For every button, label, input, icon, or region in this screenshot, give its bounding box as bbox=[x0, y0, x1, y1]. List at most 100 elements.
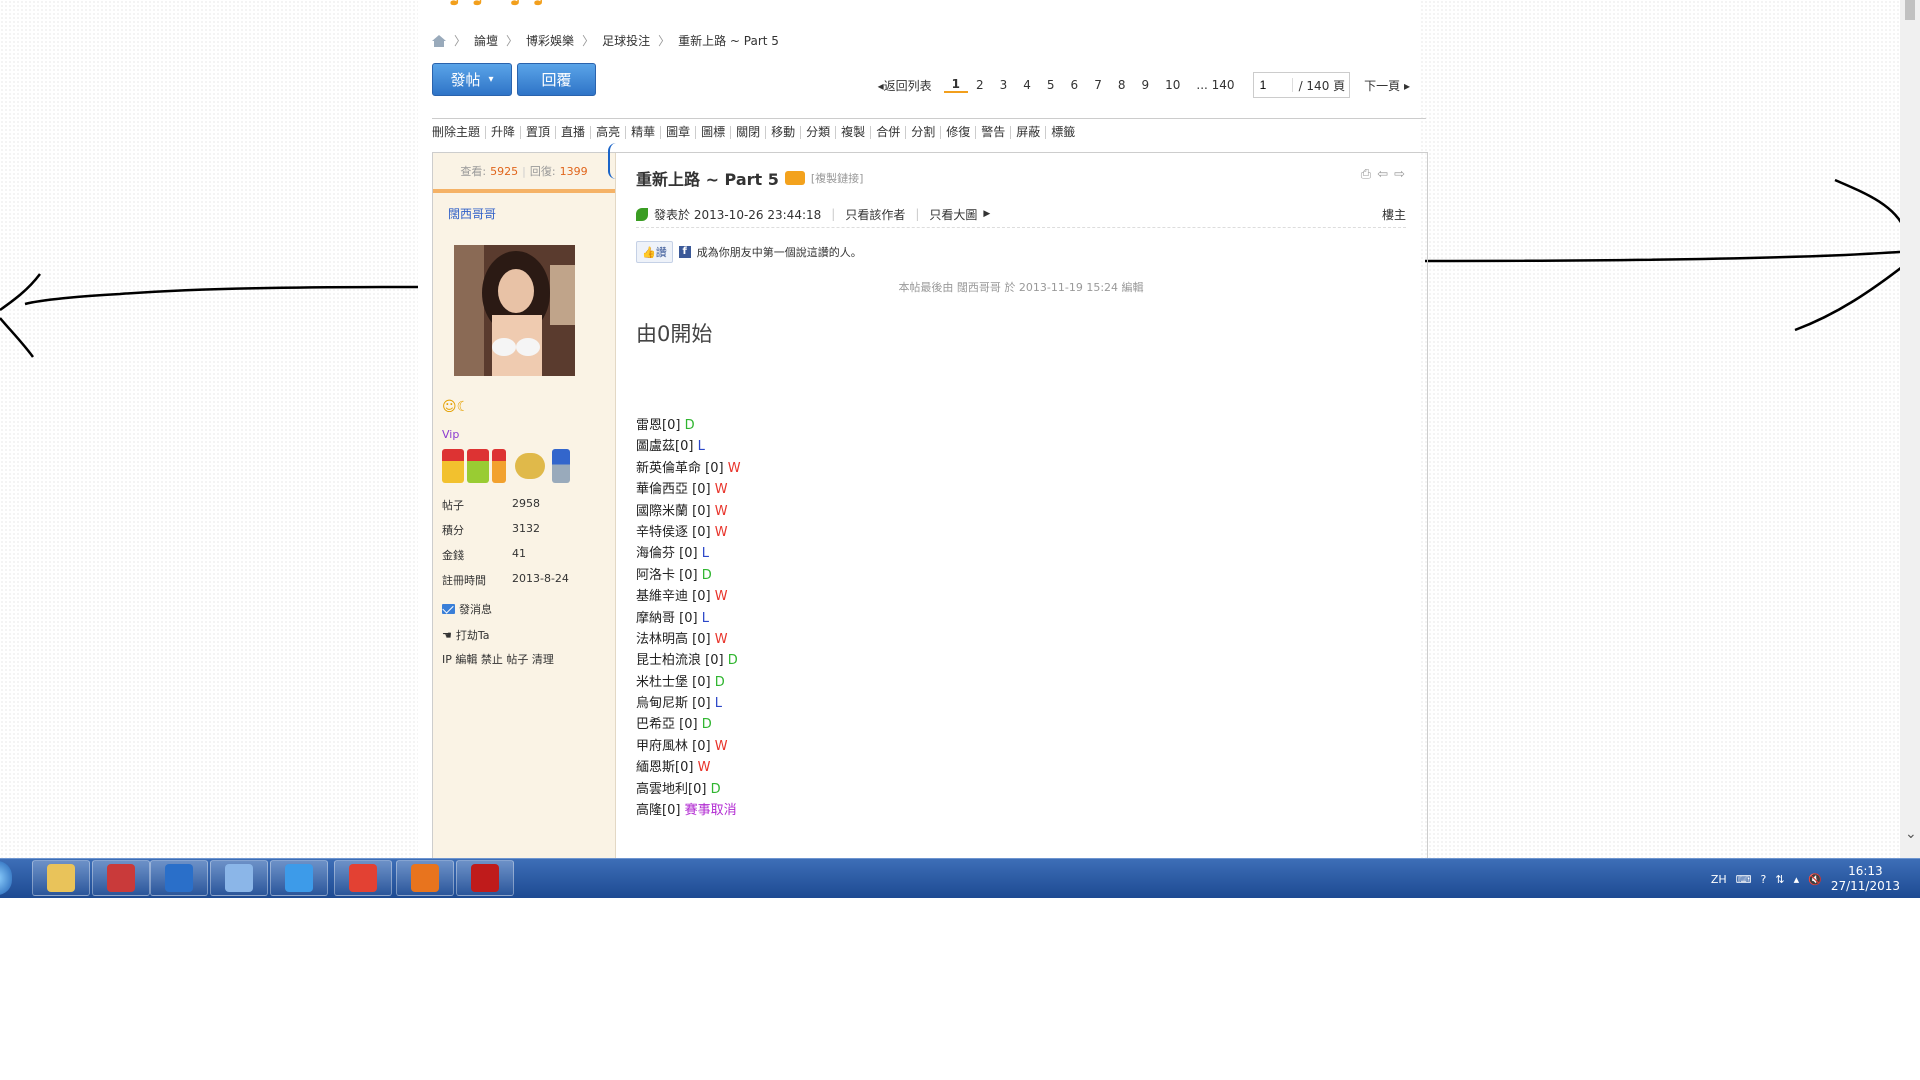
mod-action[interactable]: 合併 bbox=[871, 126, 907, 139]
page-link[interactable]: 5 bbox=[1039, 78, 1063, 92]
team-line: 阿洛卡 [0] D bbox=[636, 565, 741, 586]
clock-date: 27/11/2013 bbox=[1830, 879, 1900, 893]
mod-action[interactable]: 關閉 bbox=[731, 126, 767, 139]
blank-area bbox=[0, 898, 1920, 1080]
mod-action[interactable]: 刪除主題 bbox=[432, 126, 487, 139]
mod-action[interactable]: 圖標 bbox=[696, 126, 732, 139]
taskbar-app-button[interactable] bbox=[456, 860, 514, 896]
scrollbar[interactable]: ⌄ bbox=[1900, 0, 1920, 858]
next-page-link[interactable]: 下一頁 ▸ bbox=[1360, 77, 1410, 94]
mod-action[interactable]: 標籤 bbox=[1046, 126, 1080, 139]
scrollbar-thumb[interactable] bbox=[1905, 0, 1915, 20]
only-author-link[interactable]: 只看該作者 bbox=[845, 206, 905, 223]
medal-icon[interactable] bbox=[442, 449, 464, 483]
poke-link[interactable]: ☚ 打劫Ta bbox=[442, 627, 490, 643]
home-icon[interactable] bbox=[432, 34, 446, 47]
page-link[interactable]: 3 bbox=[992, 78, 1016, 92]
volume-muted-icon[interactable]: 🔇 bbox=[1808, 873, 1822, 886]
scroll-down-icon[interactable]: ⌄ bbox=[1905, 826, 1917, 842]
filezilla-icon bbox=[471, 864, 499, 892]
new-post-button[interactable]: 發帖 ▾ bbox=[432, 63, 512, 96]
mod-action[interactable]: 升降 bbox=[486, 126, 522, 139]
mod-action[interactable]: 複製 bbox=[836, 126, 872, 139]
only-images-link[interactable]: 只看大圖 bbox=[929, 206, 977, 223]
page-link[interactable]: ... 140 bbox=[1188, 78, 1242, 92]
firefox-icon bbox=[411, 864, 439, 892]
mod-action[interactable]: 警告 bbox=[976, 126, 1012, 139]
page-link[interactable]: 2 bbox=[968, 78, 992, 92]
mod-action[interactable]: 移動 bbox=[766, 126, 802, 139]
mod-action[interactable]: 修復 bbox=[941, 126, 977, 139]
medal-icon[interactable] bbox=[467, 449, 489, 483]
back-to-list-link[interactable]: ◂返回列表 bbox=[878, 77, 944, 94]
print-icon[interactable]: ⎙ bbox=[1361, 167, 1371, 182]
reply-button[interactable]: 回覆 bbox=[517, 63, 596, 96]
mod-action[interactable]: 高亮 bbox=[591, 126, 627, 139]
site-logo[interactable]: ♪♪ ♪♪ bbox=[448, 0, 555, 13]
team-line: 米杜士堡 [0] D bbox=[636, 672, 741, 693]
moderator-toolbar: 刪除主題 升降 置頂 直播 高亮 精華 圖章 圖標 關閉 移動 分類 複製 合併… bbox=[432, 118, 1426, 139]
keyboard-icon[interactable]: ⌨ bbox=[1736, 873, 1752, 886]
medal-icon[interactable] bbox=[552, 449, 570, 483]
taskbar-app-button[interactable] bbox=[150, 860, 208, 896]
views-label: 查看: bbox=[460, 165, 487, 178]
mod-action[interactable]: 置頂 bbox=[521, 126, 557, 139]
clock[interactable]: 16:13 27/11/2013 bbox=[1831, 864, 1900, 894]
mod-action[interactable]: 直播 bbox=[556, 126, 592, 139]
page-link[interactable]: 10 bbox=[1157, 78, 1188, 92]
page-link[interactable]: 8 bbox=[1110, 78, 1134, 92]
admin-links[interactable]: IP 編輯 禁止 帖子 清理 bbox=[442, 651, 554, 667]
avatar-photo bbox=[454, 245, 575, 376]
folder-icon bbox=[47, 864, 75, 892]
help-icon[interactable]: ? bbox=[1761, 873, 1767, 886]
info-value[interactable]: 41 bbox=[512, 547, 526, 572]
page-link[interactable]: 1 bbox=[943, 77, 968, 93]
taskbar-app-button[interactable] bbox=[92, 860, 150, 896]
avatar[interactable] bbox=[454, 245, 575, 376]
hand-icon: ☚ bbox=[442, 628, 452, 642]
taskbar-app-button[interactable] bbox=[32, 860, 90, 896]
match-result: W bbox=[714, 503, 728, 519]
forum-page: ♪♪ ♪♪ 〉 論壇 〉 博彩娛樂 〉 足球投注 〉 重新上路 ~ Part 5… bbox=[418, 0, 1428, 862]
language-indicator[interactable]: ZH bbox=[1711, 873, 1727, 886]
user-group[interactable]: Vip bbox=[442, 428, 459, 441]
info-value[interactable]: 3132 bbox=[512, 522, 540, 547]
page-link[interactable]: 9 bbox=[1133, 78, 1157, 92]
author-name[interactable]: 闊西哥哥 bbox=[448, 205, 496, 222]
show-hidden-icons-icon[interactable]: ▴ bbox=[1794, 873, 1800, 886]
mod-action[interactable]: 屏蔽 bbox=[1011, 126, 1047, 139]
prev-thread-icon[interactable]: ⇦ bbox=[1377, 167, 1388, 182]
mod-action[interactable]: 精華 bbox=[626, 126, 662, 139]
mod-action[interactable]: 分割 bbox=[906, 126, 942, 139]
page-jump-input[interactable] bbox=[1257, 78, 1293, 92]
breadcrumb-category[interactable]: 博彩娛樂 bbox=[526, 32, 574, 49]
match-result: D bbox=[727, 653, 738, 669]
team-line: 甲府風林 [0] W bbox=[636, 736, 741, 757]
team-name: 海倫芬 [0] bbox=[636, 546, 702, 562]
taskbar-app-button[interactable] bbox=[334, 860, 392, 896]
send-message-link[interactable]: 發消息 bbox=[442, 601, 492, 617]
taskbar-app-button[interactable] bbox=[396, 860, 454, 896]
taskbar-app-button[interactable] bbox=[270, 860, 328, 896]
network-icon[interactable]: ⇅ bbox=[1775, 873, 1784, 886]
taskbar-app-button[interactable] bbox=[210, 860, 268, 896]
team-name: 摩納哥 [0] bbox=[636, 610, 702, 626]
next-thread-icon[interactable]: ⇨ bbox=[1394, 167, 1405, 182]
page-link[interactable]: 4 bbox=[1015, 78, 1039, 92]
copy-link[interactable]: [複製鏈接] bbox=[811, 170, 864, 186]
breadcrumb-forum[interactable]: 論壇 bbox=[474, 32, 498, 49]
like-button[interactable]: 👍讚 bbox=[636, 241, 673, 263]
mod-action[interactable]: 圖章 bbox=[661, 126, 697, 139]
medal-icon[interactable] bbox=[492, 449, 506, 483]
page-link[interactable]: 7 bbox=[1086, 78, 1110, 92]
page-link[interactable]: 6 bbox=[1063, 78, 1087, 92]
breadcrumb-board[interactable]: 足球投注 bbox=[602, 32, 650, 49]
medal-icon[interactable] bbox=[515, 453, 545, 479]
info-key: 金錢 bbox=[442, 549, 464, 562]
mod-action[interactable]: 分類 bbox=[801, 126, 837, 139]
dropdown-arrow-icon: ▾ bbox=[488, 74, 494, 85]
info-value[interactable]: 2958 bbox=[512, 497, 540, 522]
breadcrumb-thread[interactable]: 重新上路 ~ Part 5 bbox=[678, 32, 779, 49]
start-button[interactable] bbox=[0, 861, 12, 895]
post-title: 重新上路 ~ Part 5 [複製鏈接] bbox=[636, 166, 863, 190]
